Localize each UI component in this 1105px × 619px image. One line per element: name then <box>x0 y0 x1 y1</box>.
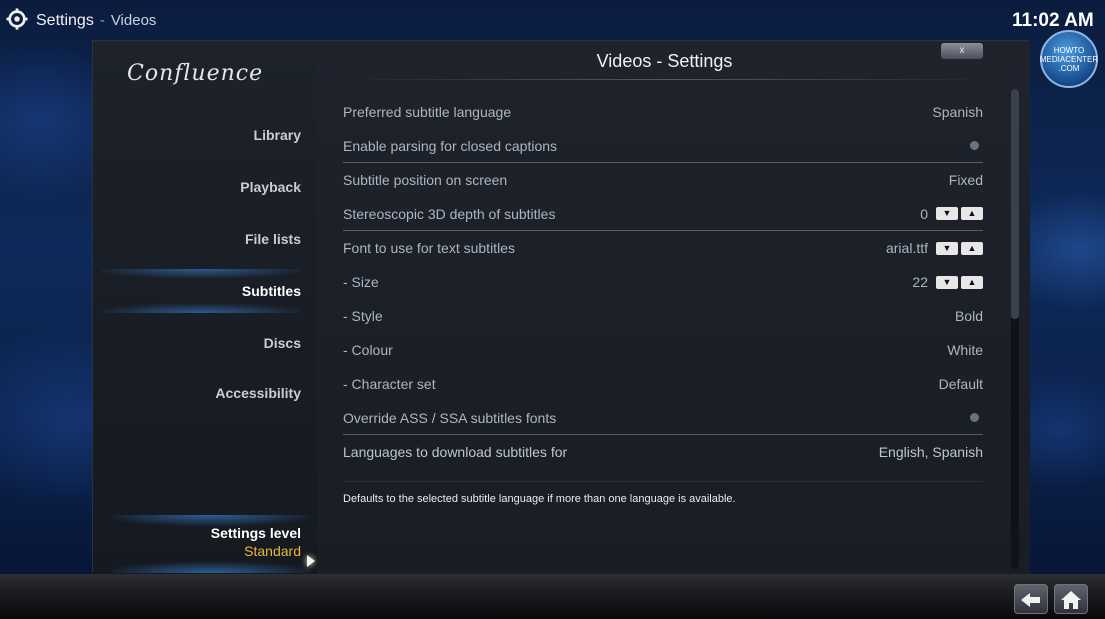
setting-row-style[interactable]: - Style Bold <box>343 299 983 333</box>
mouse-cursor-icon <box>307 555 315 567</box>
settings-panel: Confluence Library Playback File lists S… <box>92 40 1030 574</box>
setting-value: 22 <box>912 274 928 290</box>
setting-row-stereoscopic-depth[interactable]: Stereoscopic 3D depth of subtitles 0 ▼ ▲ <box>343 197 983 231</box>
toggle-off-icon[interactable] <box>970 141 979 150</box>
setting-row-subtitle-font[interactable]: Font to use for text subtitles arial.ttf… <box>343 231 983 265</box>
back-arrow-icon[interactable] <box>1014 584 1048 614</box>
setting-label: - Size <box>343 274 379 290</box>
setting-value: Bold <box>954 308 983 324</box>
setting-label: Override ASS / SSA subtitles fonts <box>343 409 557 426</box>
spin-up-button[interactable]: ▲ <box>961 207 983 220</box>
spin-down-button[interactable]: ▼ <box>936 207 958 220</box>
setting-value: 0 <box>920 205 928 222</box>
setting-label: Languages to download subtitles for <box>343 444 568 460</box>
breadcrumb-root: Settings <box>36 12 94 29</box>
setting-value: Fixed <box>948 172 983 188</box>
setting-label: Subtitle position on screen <box>343 172 508 188</box>
scrollbar-thumb[interactable] <box>1011 89 1019 319</box>
setting-row-size[interactable]: - Size 22 ▼ ▲ <box>343 265 983 299</box>
sidebar-item-accessibility[interactable]: Accessibility <box>101 371 301 415</box>
setting-row-override-ass-fonts[interactable]: Override ASS / SSA subtitles fonts <box>343 401 983 435</box>
settings-level-button[interactable]: Settings level Standard <box>111 515 311 573</box>
description-divider <box>343 481 983 482</box>
setting-row-download-languages[interactable]: Languages to download subtitles for Engl… <box>343 435 983 469</box>
badge-line-3: .COM <box>1058 63 1080 73</box>
breadcrumb-separator: - <box>99 12 105 29</box>
clock: 11:02 AM <box>1012 10 1094 31</box>
home-icon[interactable] <box>1054 584 1088 614</box>
sidebar-item-playback[interactable]: Playback <box>101 165 301 209</box>
settings-level-label: Settings level <box>210 525 301 541</box>
setting-row-character-set[interactable]: - Character set Default <box>343 367 983 401</box>
settings-content: Videos - Settings x Preferred subtitle l… <box>317 41 1030 574</box>
breadcrumb-section: Videos <box>110 12 157 29</box>
setting-label: Enable parsing for closed captions <box>343 137 558 154</box>
setting-label: Font to use for text subtitles <box>343 240 515 256</box>
bottom-bar <box>0 574 1105 619</box>
spin-down-button[interactable]: ▼ <box>936 275 958 289</box>
setting-value: White <box>947 342 983 358</box>
setting-label: Stereoscopic 3D depth of subtitles <box>343 205 556 222</box>
sidebar: Confluence Library Playback File lists S… <box>93 41 317 574</box>
setting-description: Defaults to the selected subtitle langua… <box>343 493 736 505</box>
value-spinner: ▼ ▲ <box>936 207 983 220</box>
setting-row-closed-captions[interactable]: Enable parsing for closed captions <box>343 129 983 163</box>
toggle-off-icon[interactable] <box>970 413 979 422</box>
badge-line-1: HOWTO <box>1053 45 1085 55</box>
brand-logo: Confluence <box>127 61 264 86</box>
setting-value: arial.ttf <box>885 240 928 256</box>
spin-up-button[interactable]: ▲ <box>961 241 983 255</box>
setting-label: - Colour <box>343 342 393 358</box>
sidebar-item-subtitles[interactable]: Subtitles <box>101 269 301 313</box>
title-divider <box>339 79 999 80</box>
badge-line-2: MEDIACENTER <box>1039 54 1099 64</box>
setting-label: - Character set <box>343 376 436 392</box>
scrollbar[interactable] <box>1011 89 1019 569</box>
setting-value: Spanish <box>932 104 983 120</box>
setting-row-preferred-subtitle-language[interactable]: Preferred subtitle language Spanish <box>343 95 983 129</box>
value-spinner: ▼ ▲ <box>936 275 983 289</box>
close-button[interactable]: x <box>941 43 983 59</box>
spin-down-button[interactable]: ▼ <box>936 241 958 255</box>
setting-value: Default <box>938 376 983 392</box>
sidebar-item-discs[interactable]: Discs <box>101 321 301 365</box>
value-spinner: ▼ ▲ <box>936 241 983 255</box>
breadcrumb: Settings - Videos <box>36 12 156 30</box>
dialog-title: Videos - Settings <box>596 51 733 71</box>
settings-gear-icon <box>6 8 28 30</box>
settings-level-value: Standard <box>244 543 301 559</box>
setting-row-colour[interactable]: - Colour White <box>343 333 983 367</box>
sidebar-item-file-lists[interactable]: File lists <box>101 217 301 261</box>
settings-list: Preferred subtitle language Spanish Enab… <box>343 95 983 469</box>
setting-row-subtitle-position[interactable]: Subtitle position on screen Fixed <box>343 163 983 197</box>
sidebar-item-library[interactable]: Library <box>101 113 301 157</box>
setting-label: - Style <box>343 308 383 324</box>
setting-label: Preferred subtitle language <box>343 104 512 120</box>
setting-value: English, Spanish <box>878 444 983 460</box>
spin-up-button[interactable]: ▲ <box>961 275 983 289</box>
site-logo-badge: HOWTO MEDIACENTER .COM <box>1040 30 1098 88</box>
